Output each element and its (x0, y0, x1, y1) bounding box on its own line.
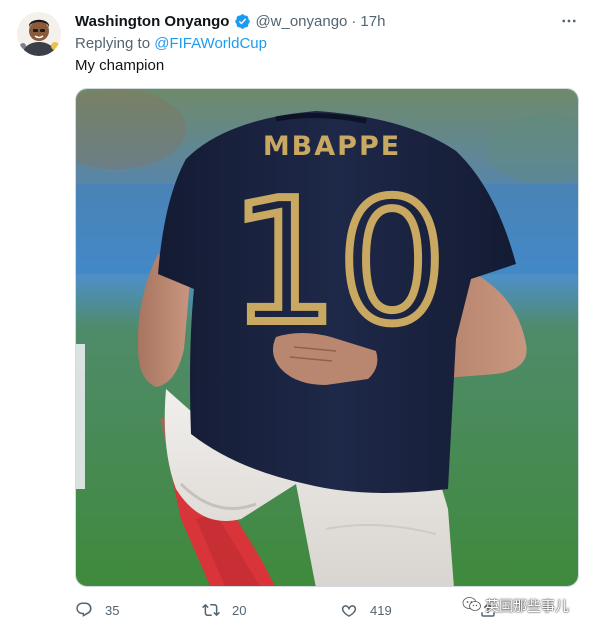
replying-to: Replying to @FIFAWorldCup (75, 35, 267, 52)
replying-to-link[interactable]: @FIFAWorldCup (154, 35, 267, 52)
handle[interactable]: @w_onyango (255, 13, 347, 30)
tweet-media-image[interactable]: MBAPPE 10 (75, 88, 579, 587)
like-icon (341, 605, 357, 617)
replying-to-prefix: Replying to (75, 35, 151, 52)
verified-badge-icon (234, 13, 251, 30)
tweet[interactable]: Washington Onyango @w_onyango · 17h Repl… (0, 0, 595, 628)
retweet-count: 20 (232, 602, 247, 618)
reply-icon (76, 602, 92, 617)
watermark-text: 英国那些事儿 (485, 599, 569, 615)
avatar-illustration (17, 12, 61, 56)
like-count: 419 (370, 602, 392, 618)
separator-dot: · (351, 12, 357, 30)
like-button[interactable]: 419 (340, 598, 392, 622)
avatar[interactable] (17, 12, 61, 56)
reply-button[interactable]: 35 (75, 598, 119, 622)
reply-count: 35 (105, 602, 120, 618)
jersey-number: 10 (230, 164, 446, 362)
retweet-icon (202, 603, 220, 617)
jersey-name: MBAPPE (263, 131, 401, 162)
watermark: 英国那些事儿 (462, 596, 569, 616)
photo-player-back: MBAPPE 10 (76, 89, 578, 586)
tweet-header: Washington Onyango @w_onyango · 17h (75, 11, 575, 31)
more-icon[interactable] (559, 11, 579, 31)
tweet-text: My champion (75, 57, 165, 74)
display-name[interactable]: Washington Onyango (75, 13, 229, 30)
timestamp[interactable]: 17h (360, 13, 385, 30)
retweet-button[interactable]: 20 (202, 598, 246, 622)
wechat-icon (462, 596, 482, 616)
